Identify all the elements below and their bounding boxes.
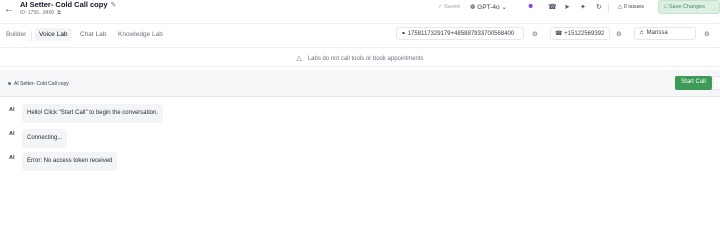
agent-id: ID: 1756...8400 ⧉ xyxy=(20,10,61,16)
phone-icon: ☎ xyxy=(555,31,563,37)
agent-name-text: AI Setter- Cold Call copy xyxy=(14,81,69,87)
model-selector[interactable]: ❁ GPT-4o ⌄ xyxy=(470,3,507,11)
phone-settings-gear-icon[interactable]: ⚙ xyxy=(616,30,622,38)
rocket-icon[interactable]: ➤ xyxy=(564,3,570,11)
chat-message: Error: No access token received xyxy=(22,152,118,171)
phone-number-value: +15122569392 xyxy=(564,31,605,37)
headset-icon[interactable]: ☎ xyxy=(548,3,557,11)
voice-settings-gear-icon[interactable]: ⚙ xyxy=(704,30,710,38)
agent-bar: AI Setter- Cold Call copy xyxy=(0,70,720,97)
labs-notice-text: Labs do not call tools or book appointme… xyxy=(307,56,424,62)
phone-id-select[interactable]: ⚭ 1758117329179+485887933700568400 xyxy=(396,27,524,40)
agent-title[interactable]: AI Setter- Cold Call copy ✎ xyxy=(20,0,116,9)
saved-check-icon: ✓ xyxy=(438,4,443,10)
more-options-icon[interactable]: ◌ xyxy=(713,76,720,90)
warning-icon: △ xyxy=(618,4,623,10)
phone-id-value: 1758117329179+485887933700568400 xyxy=(407,31,515,37)
tab-chat-lab[interactable]: Chat Lab xyxy=(80,31,106,38)
pencil-icon[interactable]: ✎ xyxy=(111,2,117,9)
save-changes-button[interactable]: □ Save Changes xyxy=(658,0,720,14)
back-arrow-icon[interactable]: ← xyxy=(4,4,14,15)
message-sender: AI xyxy=(9,155,15,161)
chat-message: Hello! Click "Start Call" to begin the c… xyxy=(22,104,163,123)
phone-id-settings-gear-icon[interactable]: ⚙ xyxy=(532,30,538,38)
start-call-button[interactable]: Start Call xyxy=(675,76,712,90)
chevron-down-icon: ⌄ xyxy=(501,4,507,11)
issues-indicator[interactable]: △ 0 issues xyxy=(618,4,644,10)
save-icon: □ xyxy=(664,4,668,10)
model-label: GPT-4o xyxy=(477,4,500,11)
copy-icon[interactable]: ⧉ xyxy=(57,10,61,16)
warning-triangle-icon: △ xyxy=(296,55,302,62)
voice-value: Marissa xyxy=(646,30,668,36)
user-icon[interactable]: ☻ xyxy=(527,3,534,10)
agent-name: AI Setter- Cold Call copy xyxy=(8,81,69,87)
labs-notice: △ Labs do not call tools or book appointm… xyxy=(0,47,720,67)
issues-label: 0 issues xyxy=(623,4,644,10)
sparkle-icon[interactable]: ✦ xyxy=(580,3,586,11)
voice-select[interactable]: ♬ Marissa xyxy=(634,27,696,40)
agent-id-text: ID: 1756...8400 xyxy=(20,10,55,16)
saved-label: Saved xyxy=(444,4,460,10)
agent-title-text: AI Setter- Cold Call copy xyxy=(20,0,108,9)
status-dot-icon xyxy=(8,82,11,86)
saved-status: ✓ Saved xyxy=(438,4,460,10)
save-changes-label: Save Changes xyxy=(668,4,705,10)
tag-icon: ⚭ xyxy=(401,31,407,37)
toolbar-divider xyxy=(608,3,609,13)
tab-knowledge-lab[interactable]: Knowledge Lab xyxy=(118,31,163,38)
tab-builder[interactable]: Builder xyxy=(6,31,26,38)
tab-divider xyxy=(31,31,32,41)
chat-message: Connecting... xyxy=(22,129,68,148)
message-sender: AI xyxy=(9,107,15,113)
refresh-icon[interactable]: ↻ xyxy=(596,3,602,11)
tab-voice-lab[interactable]: Voice Lab xyxy=(35,28,72,41)
message-sender: AI xyxy=(9,131,15,137)
openai-icon: ❁ xyxy=(470,4,476,11)
phone-number-select[interactable]: ☎ +15122569392 xyxy=(550,27,610,40)
lab-tabs-row: Builder Voice Lab Chat Lab Knowledge Lab… xyxy=(0,25,720,47)
top-bar: ← AI Setter- Cold Call copy ✎ ID: 1756...… xyxy=(0,0,720,24)
speaker-icon: ♬ xyxy=(639,30,645,36)
